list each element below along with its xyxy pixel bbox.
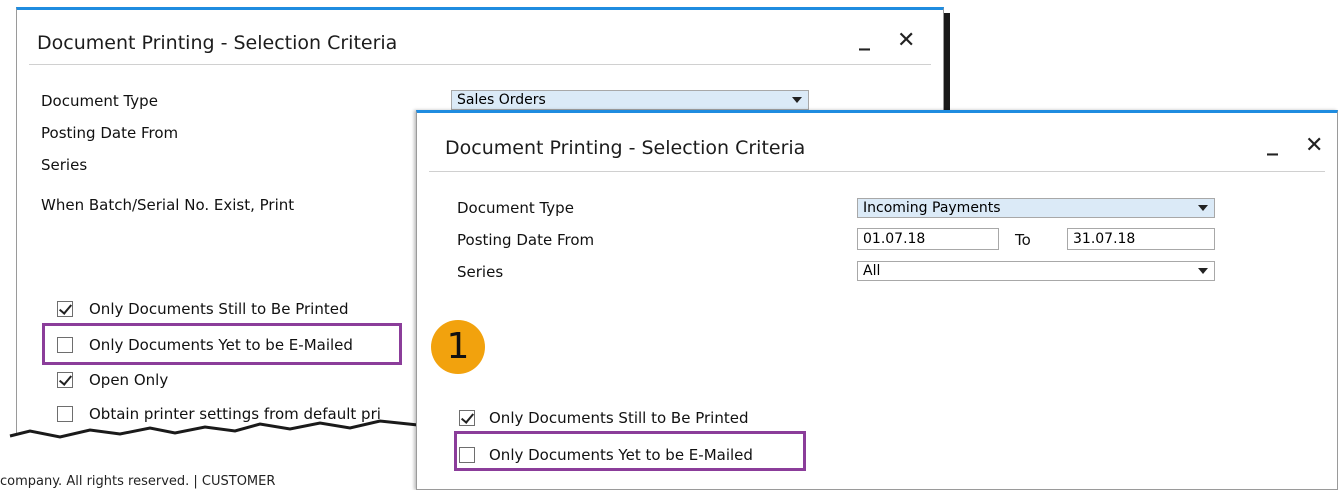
document-type-label: Document Type (457, 199, 574, 217)
document-type-dropdown[interactable]: Incoming Payments (857, 198, 1215, 218)
series-label: Series (457, 263, 504, 281)
footer-copyright: company. All rights reserved. | CUSTOMER (0, 474, 276, 489)
to-label: To (1015, 231, 1031, 249)
torn-edge (9, 419, 419, 470)
document-type-dropdown[interactable]: Sales Orders (451, 90, 809, 110)
minimize-icon[interactable]: _ (1267, 133, 1278, 155)
chevron-down-icon (1198, 205, 1208, 211)
document-type-value: Sales Orders (457, 92, 546, 108)
title-divider (429, 171, 1325, 172)
highlight-frame-front (454, 431, 806, 471)
minimize-icon[interactable]: _ (859, 28, 870, 50)
series-dropdown[interactable]: All (857, 261, 1215, 281)
close-icon[interactable]: ✕ (1305, 135, 1323, 157)
chevron-down-icon (792, 97, 802, 103)
document-type-value: Incoming Payments (863, 200, 1001, 216)
callout-badge: 1 (431, 320, 485, 374)
close-icon[interactable]: ✕ (897, 30, 915, 52)
front-dialog-title: Document Printing - Selection Criteria (445, 137, 806, 159)
chevron-down-icon (1198, 268, 1208, 274)
series-value: All (863, 263, 881, 279)
posting-date-from-label: Posting Date From (457, 231, 595, 249)
date-from-input[interactable]: 01.07.18 (857, 228, 999, 250)
only-to-print-checkbox[interactable] (459, 410, 475, 426)
checkmark-icon (460, 410, 475, 424)
date-to-input[interactable]: 31.07.18 (1067, 228, 1215, 250)
only-to-print-label: Only Documents Still to Be Printed (489, 409, 749, 427)
